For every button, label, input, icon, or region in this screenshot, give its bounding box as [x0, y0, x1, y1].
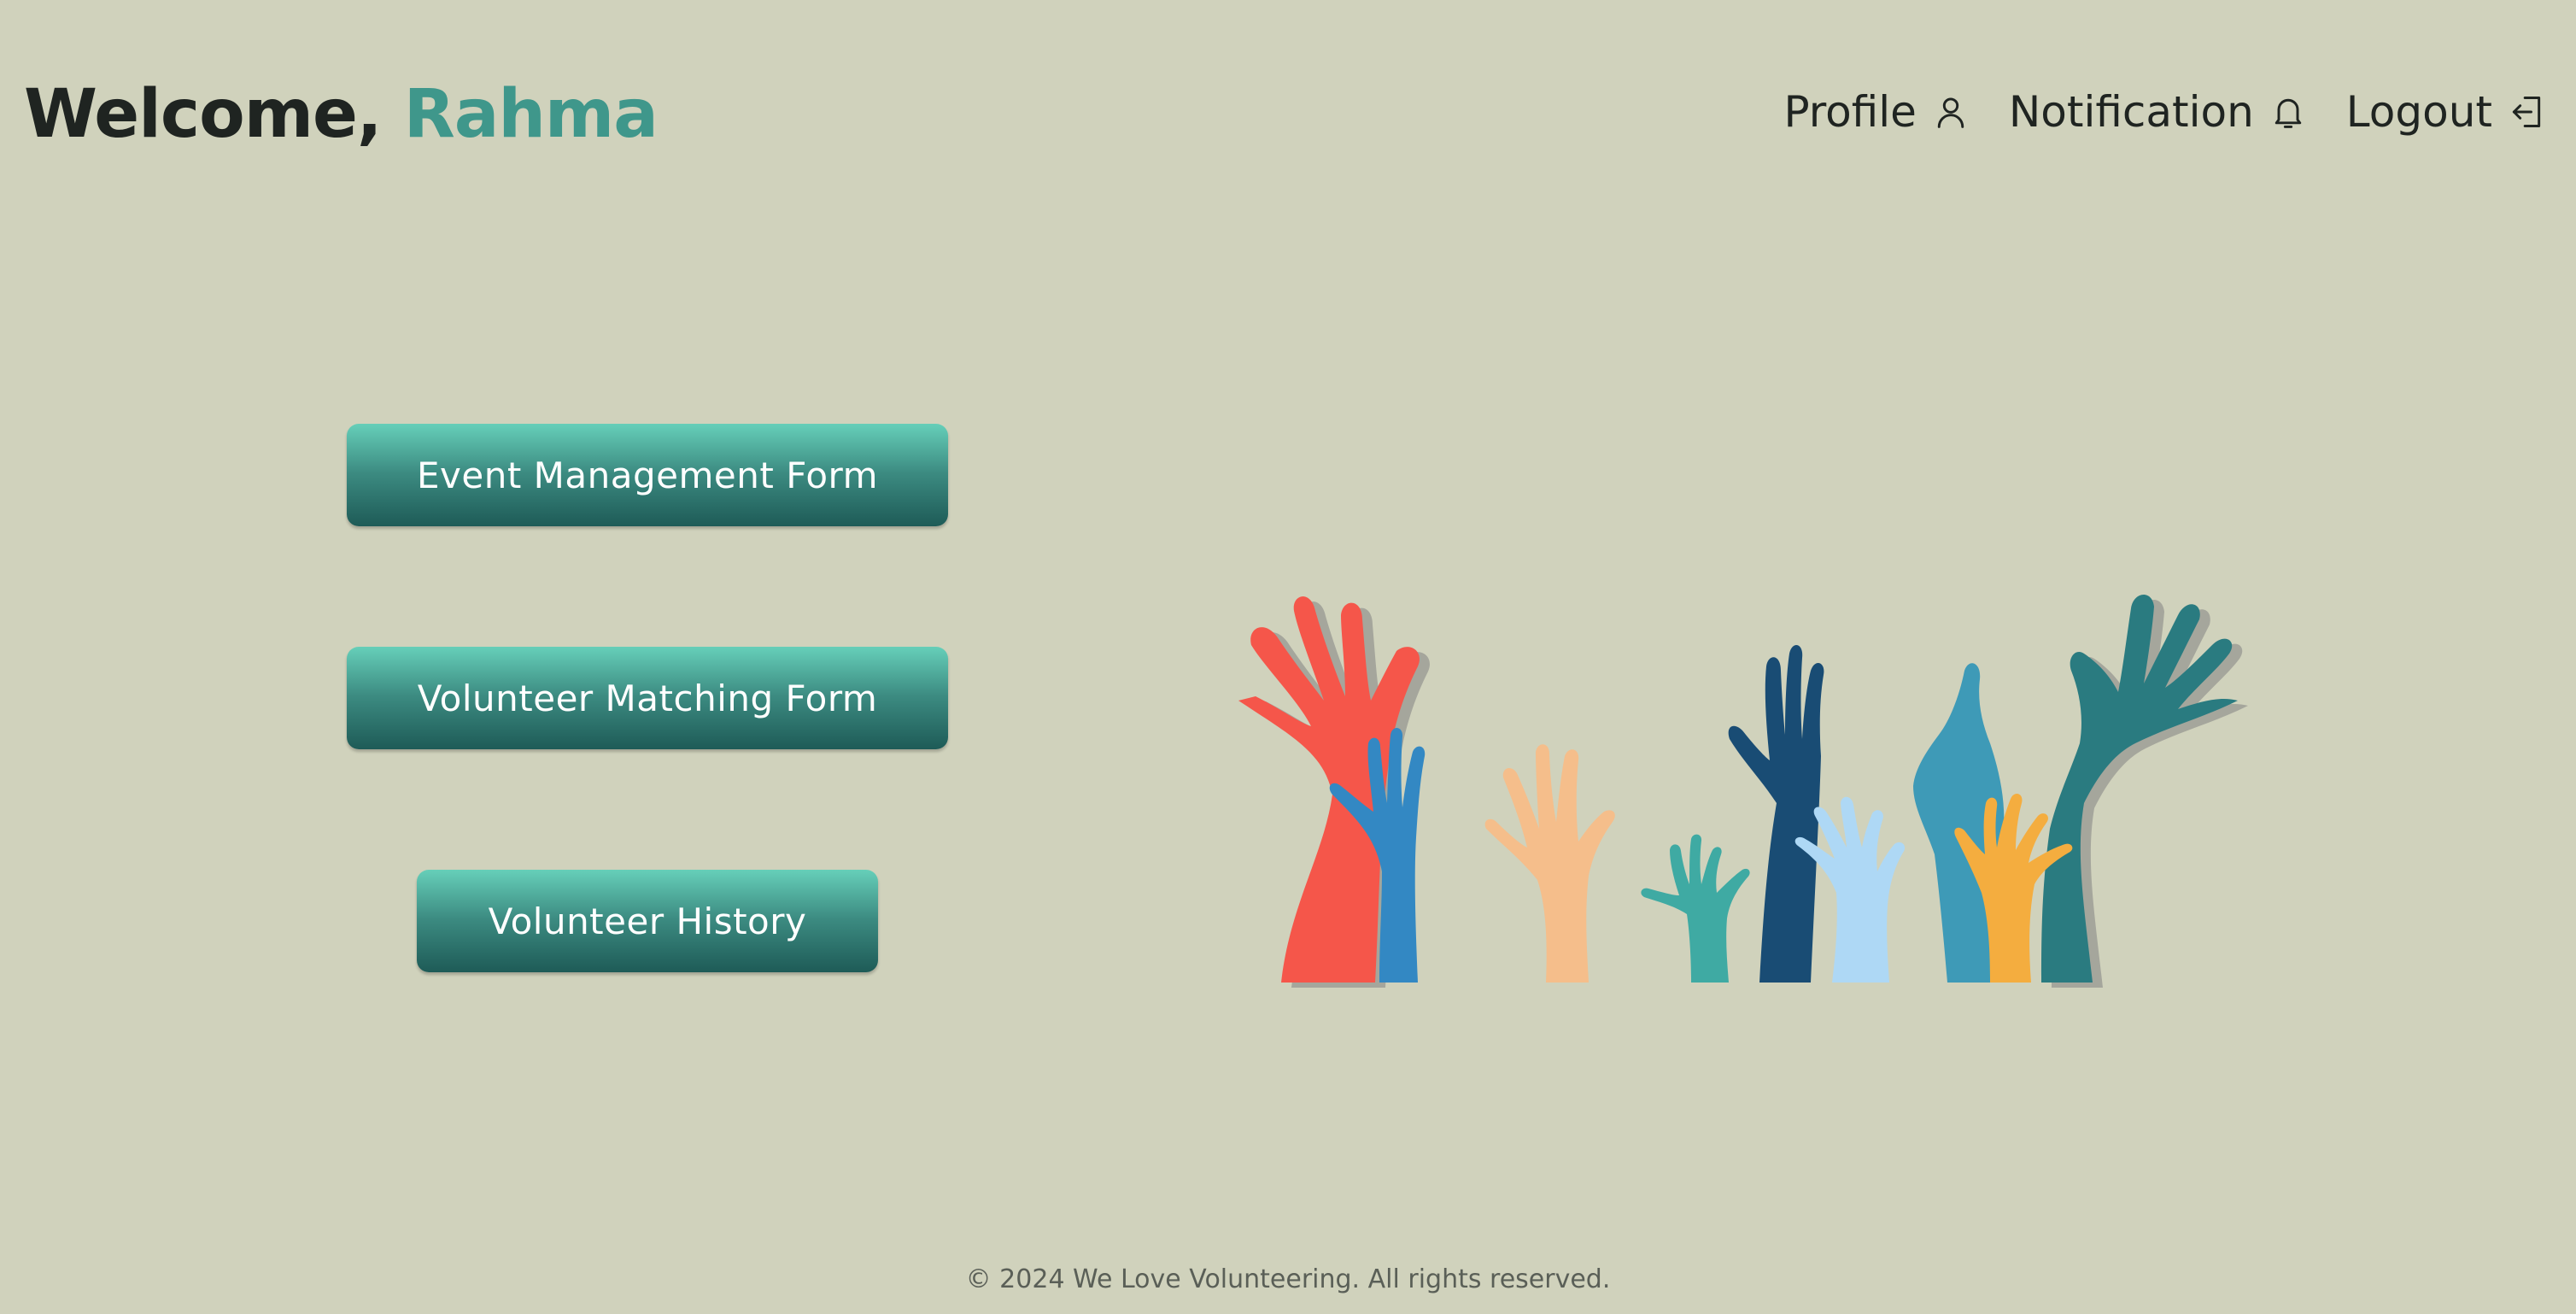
nav-profile-label: Profile: [1783, 87, 1917, 137]
user-icon: [1937, 97, 1964, 128]
logout-icon: [2512, 97, 2541, 127]
hand-navy: [1728, 644, 1824, 983]
top-nav: Profile Notification Logout: [1783, 82, 2545, 142]
welcome-heading: Welcome, Rahma: [24, 72, 659, 157]
page-footer: © 2024 We Love Volunteering. All rights …: [0, 1264, 2576, 1294]
page-header: Welcome, Rahma Profile Notification Logo…: [0, 0, 2576, 231]
event-management-form-button[interactable]: Event Management Form: [347, 424, 948, 526]
bell-icon: [2274, 98, 2302, 128]
nav-notification[interactable]: Notification: [2009, 82, 2307, 142]
raised-hands-illustration: [1238, 594, 2248, 988]
hand-turquoise: [1641, 834, 1750, 983]
hand-peach: [1484, 744, 1615, 983]
copyright-text: © 2024 We Love Volunteering. All rights …: [965, 1264, 1611, 1294]
nav-logout[interactable]: Logout: [2346, 82, 2545, 142]
nav-logout-label: Logout: [2345, 87, 2492, 137]
volunteer-history-button[interactable]: Volunteer History: [417, 870, 878, 972]
welcome-user-name: Rahma: [403, 76, 659, 153]
volunteer-matching-form-button[interactable]: Volunteer Matching Form: [347, 647, 948, 749]
hand-teal-dark: [2041, 594, 2238, 983]
nav-notification-label: Notification: [2008, 87, 2254, 137]
nav-profile[interactable]: Profile: [1783, 82, 1969, 142]
welcome-greeting: Welcome,: [24, 76, 383, 153]
